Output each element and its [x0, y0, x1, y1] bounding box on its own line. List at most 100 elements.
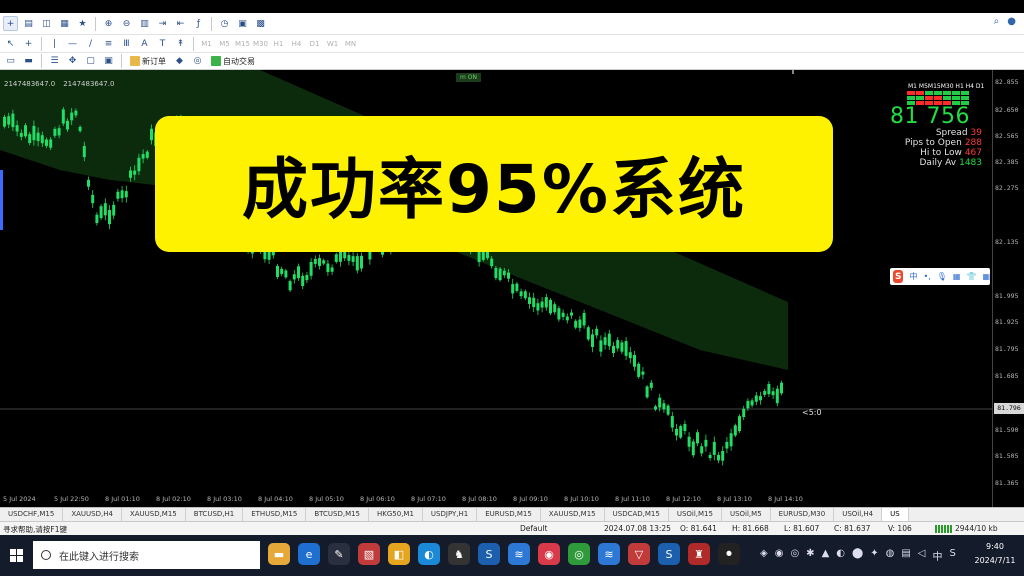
chart-tab[interactable]: USOil,M15 [669, 508, 722, 521]
arrows-icon[interactable]: ↟ [173, 36, 188, 51]
zoom-out-icon[interactable]: ⊖ [119, 16, 134, 31]
volume-icon[interactable]: ◁ [918, 548, 926, 563]
chart-tab[interactable]: HKG50,M1 [369, 508, 423, 521]
timeframe-button[interactable]: H1 [271, 40, 286, 48]
chart-shift-icon[interactable]: ⇤ [173, 16, 188, 31]
terminal-icon[interactable]: ▢ [83, 54, 98, 69]
tray-app-icon[interactable]: ✦ [870, 548, 878, 563]
netease-music-icon[interactable]: ◉ [538, 543, 560, 565]
skin-icon[interactable]: 👕 [966, 272, 976, 281]
vertical-line-icon[interactable]: | [47, 36, 62, 51]
ime-toolbar[interactable]: S 中 •, 🎙 ▦ 👕 ▦ [890, 268, 990, 285]
app-game-icon[interactable]: ♜ [688, 543, 710, 565]
app-wave-icon[interactable]: ≋ [508, 543, 530, 565]
app-photo-icon[interactable]: ▧ [358, 543, 380, 565]
market-watch-icon[interactable]: ◫ [39, 16, 54, 31]
sogou-tray-icon[interactable]: S [949, 548, 955, 563]
zoom-in-icon[interactable]: ⊕ [101, 16, 116, 31]
chart-tab[interactable]: USDCHF,M15 [0, 508, 64, 521]
chart-tab[interactable]: USDJPY,H1 [423, 508, 478, 521]
channel-icon[interactable]: ≡ [101, 36, 116, 51]
horizontal-line-icon[interactable]: — [65, 36, 80, 51]
edge-browser-icon[interactable]: ◐ [418, 543, 440, 565]
profiles-icon[interactable]: ▤ [21, 16, 36, 31]
toolbox-icon[interactable]: ▦ [982, 272, 990, 281]
tray-app-icon[interactable]: ✱ [806, 548, 814, 563]
autoscroll-icon[interactable]: ⇥ [155, 16, 170, 31]
app-s-icon[interactable]: S [478, 543, 500, 565]
strategy-tester-icon[interactable]: ▣ [101, 54, 116, 69]
chrome-icon[interactable]: ◎ [568, 543, 590, 565]
cursor-icon[interactable]: ↖ [3, 36, 18, 51]
tray-app-icon[interactable]: ▲ [822, 548, 830, 563]
new-chart-icon[interactable]: + [3, 16, 18, 31]
taskbar-ime-indicator[interactable]: 中 [932, 548, 942, 563]
tile-windows-icon[interactable]: ▥ [137, 16, 152, 31]
timeframe-button[interactable]: H4 [289, 40, 304, 48]
data-window-icon[interactable]: ▦ [57, 16, 72, 31]
trendline-icon[interactable]: / [83, 36, 98, 51]
ie-browser-icon[interactable]: e [298, 543, 320, 565]
periods-icon[interactable]: ◷ [217, 16, 232, 31]
timeframe-button[interactable]: M15 [235, 40, 250, 48]
text-icon[interactable]: A [137, 36, 152, 51]
timeframe-button[interactable]: D1 [307, 40, 322, 48]
file-explorer-icon[interactable]: ▬ [268, 543, 290, 565]
chart-tab[interactable]: XAUUSD,M15 [541, 508, 605, 521]
chart-tab[interactable]: USOil,H4 [834, 508, 883, 521]
timeframe-button[interactable]: W1 [325, 40, 340, 48]
auto-trading-button[interactable]: 自动交易 [208, 56, 258, 67]
tray-app-icon[interactable]: ▤ [901, 548, 910, 563]
market-icon[interactable]: ☰ [47, 54, 62, 69]
app-folder-icon[interactable]: ◧ [388, 543, 410, 565]
templates-icon[interactable]: ▣ [235, 16, 250, 31]
chart-tab[interactable]: XAUUSD,M15 [122, 508, 186, 521]
taskbar-search[interactable]: 在此键入进行搜索 [33, 541, 260, 569]
timeframe-button[interactable]: MN [343, 40, 358, 48]
layout-icon[interactable]: ▩ [253, 16, 268, 31]
new-window-icon[interactable]: ▭ [3, 54, 18, 69]
timeframe-button[interactable]: M30 [253, 40, 268, 48]
chart-tab[interactable]: ETHUSD,M15 [243, 508, 307, 521]
tray-app-icon[interactable]: ◐ [836, 548, 845, 563]
keyboard-icon[interactable]: ▦ [953, 272, 961, 281]
move-icon[interactable]: ✥ [65, 54, 80, 69]
chart-tab[interactable]: EURUSD,M30 [771, 508, 835, 521]
tray-app-icon[interactable]: ⬤ [852, 548, 863, 563]
chart-tab[interactable]: BTCUSD,M15 [306, 508, 370, 521]
taskbar-clock[interactable]: 9:40 2024/7/11 [970, 540, 1020, 568]
microphone-icon[interactable]: 🎙 [937, 272, 947, 281]
record-icon[interactable]: ⏺ [718, 543, 740, 565]
metaeditor-icon[interactable]: ◆ [172, 54, 187, 69]
chart-tab[interactable]: BTCUSD,H1 [186, 508, 244, 521]
label-icon[interactable]: T [155, 36, 170, 51]
tray-app-icon[interactable]: ◉ [775, 548, 784, 563]
windows-start-icon[interactable] [10, 549, 23, 562]
chart-tab[interactable]: USDCAD,M15 [605, 508, 669, 521]
chart-tab[interactable]: XAUUSD,H4 [63, 508, 122, 521]
crosshair-icon[interactable]: + [21, 36, 36, 51]
search-icon[interactable]: ⌕ [994, 16, 1000, 27]
timeframe-button[interactable]: M5 [217, 40, 232, 48]
fibonacci-icon[interactable]: Ⅲ [119, 36, 134, 51]
chart-tab[interactable]: EURUSD,M15 [477, 508, 541, 521]
indicators-icon[interactable]: ƒ [191, 16, 206, 31]
sogou-logo-icon[interactable]: S [893, 270, 904, 283]
chart-tab[interactable]: USOil,M5 [722, 508, 771, 521]
tray-app-icon[interactable]: ◎ [790, 548, 799, 563]
save-icon[interactable]: ▬ [21, 54, 36, 69]
new-order-button[interactable]: 新订单 [127, 56, 169, 67]
app-triangle-icon[interactable]: ▽ [628, 543, 650, 565]
profile-icon[interactable]: ● [1007, 16, 1016, 27]
qq-icon[interactable]: ♞ [448, 543, 470, 565]
tray-app-icon[interactable]: ◍ [886, 548, 895, 563]
app-pen-icon[interactable]: ✎ [328, 543, 350, 565]
punctuation-icon[interactable]: •, [923, 272, 930, 281]
navigator-icon[interactable]: ★ [75, 16, 90, 31]
tray-app-icon[interactable]: ◈ [760, 548, 768, 563]
signals-icon[interactable]: ◎ [190, 54, 205, 69]
chart-tab[interactable]: US [882, 508, 909, 521]
ime-mode[interactable]: 中 [909, 271, 917, 282]
app-s2-icon[interactable]: S [658, 543, 680, 565]
timeframe-button[interactable]: M1 [199, 40, 214, 48]
